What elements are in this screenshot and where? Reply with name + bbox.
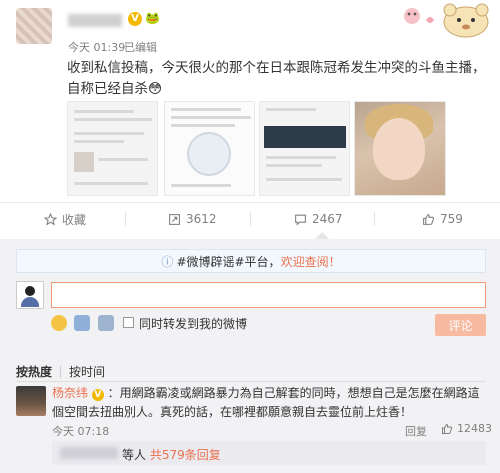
notice-link[interactable]: 欢迎查阅！ [281, 253, 341, 270]
sort-divider [16, 381, 486, 382]
like-count: 759 [440, 212, 463, 226]
comment-input[interactable] [51, 282, 486, 308]
post-text: 收到私信投稿，今天很火的那个在日本跟陈冠希发生冲突的斗鱼主播，自称已经自杀😳 [67, 60, 486, 97]
sort-by-time-tab[interactable]: 按时间 [69, 363, 105, 380]
vip-badge-icon: V [91, 389, 104, 401]
also-repost-label[interactable]: 同时转发到我的微博 [139, 315, 247, 332]
post-image-4[interactable] [354, 101, 446, 196]
repost-count: 3612 [186, 212, 217, 226]
comment-time: 今天 07:18 [52, 425, 110, 438]
sort-by-hot-tab[interactable]: 按热度 [16, 363, 52, 380]
comment-submit-button[interactable]: 评论 [435, 314, 486, 336]
repost-icon [169, 213, 180, 225]
replies-prefix: 等人 [122, 448, 147, 462]
post-image-1[interactable] [67, 101, 158, 196]
thumbs-up-icon [442, 423, 453, 434]
comment-button[interactable]: 2467 [294, 211, 343, 227]
replies-summary: 等人 共579条回复 [52, 441, 486, 465]
post-image-2[interactable] [164, 101, 255, 196]
rumor-notice[interactable]: ⓘ #微博辟谣#平台， 欢迎查阅！ [16, 249, 486, 273]
repost-button[interactable]: 3612 [168, 211, 217, 227]
author-avatar[interactable] [16, 8, 52, 44]
also-repost-checkbox[interactable] [123, 317, 134, 328]
notice-prefix: #微博辟谣#平台， [176, 254, 281, 269]
comment-body: ：用網路霸凌或網路暴力為自己解套的同時，想想自己是怎麼在網路這個空間去扭曲別人。… [52, 386, 480, 419]
action-separator [125, 212, 126, 226]
level-icon: 🐸 [145, 11, 160, 25]
commenter-name[interactable]: 杨奈纬 [52, 386, 88, 400]
replier-names-redacted [60, 447, 118, 459]
action-separator [374, 212, 375, 226]
comment-like-button[interactable]: 12483 [441, 422, 492, 435]
replies-summary-text: 等人 共579条回复 [122, 446, 221, 463]
info-icon: ⓘ [161, 254, 174, 269]
comment-reply-button[interactable]: 回复 [405, 423, 427, 439]
gif-icon[interactable] [74, 315, 90, 331]
post-image-3[interactable] [259, 101, 350, 196]
comment-section: ⓘ #微博辟谣#平台， 欢迎查阅！ 同时转发到我的微博 评论 按热度 按时间 杨… [0, 239, 500, 473]
action-separator [250, 212, 251, 226]
comment-like-count: 12483 [457, 422, 492, 435]
decorative-sticker-icon [404, 3, 489, 38]
view-replies-link[interactable]: 共579条回复 [150, 448, 221, 462]
my-avatar[interactable] [16, 281, 44, 309]
vip-badge-icon: V [128, 12, 142, 26]
edited-tag[interactable]: 已编辑 [124, 39, 157, 55]
post-header: V 🐸 今天 01:39 已编辑 [0, 0, 500, 56]
thumbs-up-icon [423, 213, 435, 225]
emoji-icon[interactable] [51, 315, 67, 331]
favorite-button[interactable]: 收藏 [44, 211, 86, 227]
comment-count: 2467 [312, 212, 343, 226]
action-bar-top-divider [0, 202, 500, 203]
image-upload-icon[interactable] [98, 315, 114, 331]
commenter-avatar[interactable] [16, 386, 46, 416]
comment-active-caret [315, 232, 329, 239]
favorite-label: 收藏 [62, 212, 87, 227]
top-comment-text: 杨奈纬 V ：用網路霸凌或網路暴力為自己解套的同時，想想自己是怎麼在網路這個空間… [52, 384, 482, 422]
comment-icon [295, 214, 306, 226]
comment-sort-tabs: 按热度 按时间 [16, 363, 105, 380]
post-time[interactable]: 今天 01:39 [68, 39, 125, 55]
author-name-redacted[interactable] [68, 14, 122, 27]
star-icon [44, 212, 57, 226]
like-button[interactable]: 759 [422, 211, 463, 227]
